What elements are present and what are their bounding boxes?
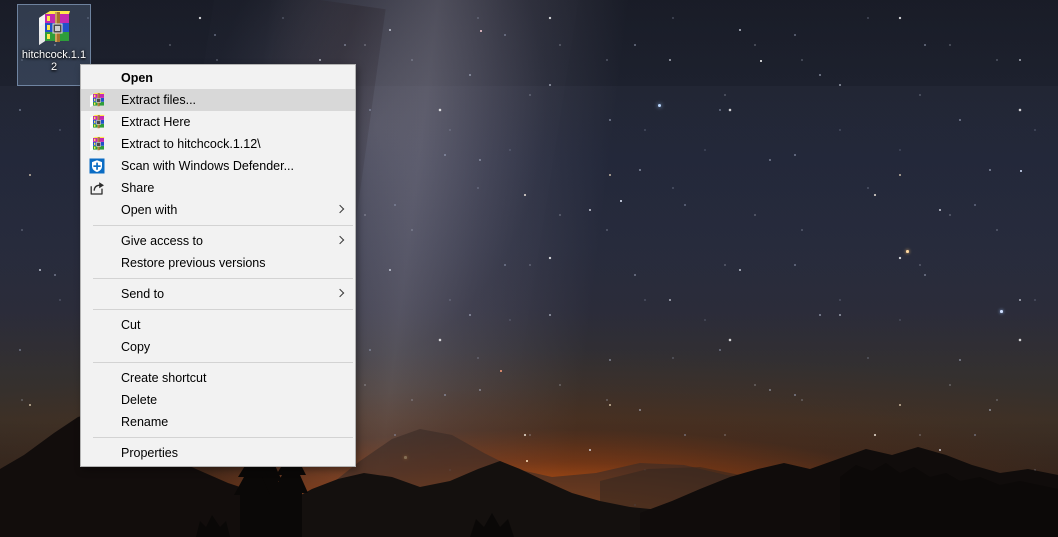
menu-item-open[interactable]: Open [81,67,355,89]
chevron-right-icon [335,287,347,301]
menu-item-label: Rename [121,414,169,429]
bright-star [760,60,762,62]
menu-item-icon-placeholder [89,339,105,355]
menu-item-label: Create shortcut [121,370,207,385]
menu-item-label: Open [121,70,153,85]
bright-star [1000,310,1003,313]
menu-item-label: Restore previous versions [121,255,266,270]
menu-item-extract-here[interactable]: Extract Here [81,111,355,133]
menu-item-label: Share [121,180,155,195]
menu-item-give-access-to[interactable]: Give access to [81,230,355,252]
bright-star [480,30,482,32]
bright-star [658,104,661,107]
winrar-icon [89,136,105,152]
menu-item-label: Extract to hitchcock.1.12\ [121,136,261,151]
menu-item-icon-placeholder [89,317,105,333]
bright-star [876,474,879,477]
desktop-screen: hitchcock.1.1 2 Open Extract files... Extra… [0,0,1058,537]
menu-separator [93,362,353,363]
menu-item-icon-placeholder [89,233,105,249]
winrar-archive-icon [36,10,72,46]
menu-item-cut[interactable]: Cut [81,314,355,336]
menu-separator [93,278,353,279]
menu-item-scan-defender[interactable]: Scan with Windows Defender... [81,155,355,177]
chevron-right-icon [335,234,347,248]
menu-item-label: Open with [121,202,178,217]
menu-item-rename[interactable]: Rename [81,411,355,433]
bright-star [404,456,407,459]
menu-item-icon-placeholder [89,370,105,386]
menu-item-icon-placeholder [89,414,105,430]
menu-item-label: Properties [121,445,178,460]
menu-item-extract-to[interactable]: Extract to hitchcock.1.12\ [81,133,355,155]
menu-item-delete[interactable]: Delete [81,389,355,411]
bright-star [620,200,622,202]
chevron-right-icon [335,203,347,217]
bright-star [130,506,132,508]
winrar-icon [89,114,105,130]
menu-item-create-shortcut[interactable]: Create shortcut [81,367,355,389]
menu-item-open-with[interactable]: Open with [81,199,355,221]
menu-item-extract-files[interactable]: Extract files... [81,89,355,111]
menu-item-send-to[interactable]: Send to [81,283,355,305]
menu-item-share[interactable]: Share [81,177,355,199]
menu-separator [93,309,353,310]
bright-star [500,370,502,372]
menu-item-icon-placeholder [89,202,105,218]
share-icon [89,180,105,196]
menu-item-copy[interactable]: Copy [81,336,355,358]
menu-item-restore-versions[interactable]: Restore previous versions [81,252,355,274]
menu-item-label: Scan with Windows Defender... [121,158,294,173]
winrar-icon [89,92,105,108]
menu-item-label: Send to [121,286,165,301]
bright-star [526,460,528,462]
context-menu[interactable]: Open Extract files... Extract Here Extract … [80,64,356,467]
menu-item-icon-placeholder [89,255,105,271]
menu-item-label: Cut [121,317,141,332]
shield-icon [89,158,105,174]
menu-separator [93,225,353,226]
menu-item-icon-placeholder [89,286,105,302]
menu-item-icon-placeholder [89,392,105,408]
menu-item-label: Delete [121,392,158,407]
menu-item-label: Copy [121,339,151,354]
bright-star [906,250,909,253]
menu-item-icon-placeholder [89,70,105,86]
menu-separator [93,437,353,438]
menu-item-properties[interactable]: Properties [81,442,355,464]
menu-item-label: Extract files... [121,92,197,107]
menu-item-label: Give access to [121,233,203,248]
menu-item-icon-placeholder [89,445,105,461]
bright-star [1020,170,1022,172]
menu-item-label: Extract Here [121,114,191,129]
